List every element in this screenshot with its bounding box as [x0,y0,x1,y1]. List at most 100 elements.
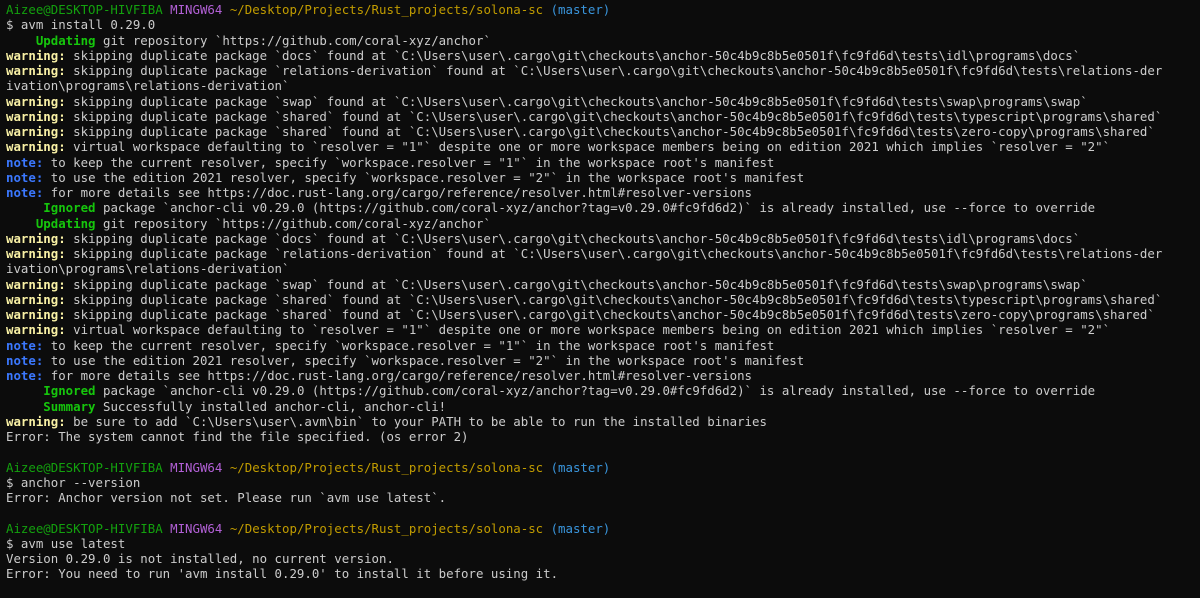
warning-text: skipping duplicate package `shared` foun… [65,124,1155,139]
prompt-line: Aizee@DESKTOP-HIVFIBA MINGW64 ~/Desktop/… [6,460,1200,475]
warning-tag: warning: [6,322,66,338]
note-text: for more details see https://doc.rust-la… [43,368,752,383]
warning-tag: warning: [6,307,66,322]
warning-line: warning: skipping duplicate package `sha… [6,109,1200,124]
output-line: $ avm install 0.29.0 [6,17,1200,32]
status-text: git repository `https://github.com/coral… [95,32,491,48]
warning-tag: warning: [6,124,66,139]
warning-line: warning: skipping duplicate package `doc… [6,231,1200,246]
warning-line: warning: skipping duplicate package `doc… [6,48,1200,63]
output-text: $ avm use latest [6,535,126,551]
note-tag: note: [6,368,44,383]
warning-text: skipping duplicate package `docs` found … [65,47,1081,63]
warning-tag: warning: [6,291,66,307]
note-line: note: to keep the current resolver, spec… [6,338,1200,353]
warning-text: virtual workspace defaulting to `resolve… [65,322,1111,338]
prompt-user: Aizee@DESKTOP-HIVFIBA [6,2,163,17]
status-text: package `anchor-cli v0.29.0 (https://git… [95,383,1096,399]
warning-tag: warning: [6,230,66,246]
note-line: note: for more details see https://doc.r… [6,368,1200,383]
warning-line: warning: virtual workspace defaulting to… [6,139,1200,154]
warning-tag: warning: [6,276,66,292]
note-text: to use the edition 2021 resolver, specif… [43,352,805,368]
terminal-output[interactable]: Aizee@DESKTOP-HIVFIBA MINGW64 ~/Desktop/… [0,0,1200,598]
note-text: for more details see https://doc.rust-la… [43,185,752,200]
warning-text: skipping duplicate package `shared` foun… [65,108,1163,124]
output-line: $ avm use latest [6,536,1200,551]
status-tag: Updating [6,32,96,48]
note-tag: note: [6,337,44,353]
warning-text: skipping duplicate package `swap` found … [65,93,1088,109]
warning-text: skipping duplicate package `relations-de… [65,246,1163,261]
status-text: Successfully installed anchor-cli, ancho… [95,398,447,414]
output-line: Error: The system cannot find the file s… [6,429,1200,444]
warning-line: warning: skipping duplicate package `sha… [6,292,1200,307]
warning-line: warning: skipping duplicate package `sha… [6,307,1200,322]
warning-tag: warning: [6,413,66,429]
warning-line: warning: skipping duplicate package `rel… [6,63,1200,78]
status-tag: Updating [6,215,96,231]
prompt-line: Aizee@DESKTOP-HIVFIBA MINGW64 ~/Desktop/… [6,2,1200,17]
warning-tag: warning: [6,139,66,155]
output-text: Error: You need to run 'avm install 0.29… [6,566,559,582]
status-line: Ignored package `anchor-cli v0.29.0 (htt… [6,383,1200,398]
warning-line: warning: be sure to add `C:\Users\user\.… [6,414,1200,429]
warning-text: skipping duplicate package `shared` foun… [65,291,1163,307]
warning-line: warning: virtual workspace defaulting to… [6,322,1200,337]
status-tag: Ignored [6,200,96,216]
note-text: to keep the current resolver, specify `w… [43,337,775,353]
warning-tag: warning: [6,47,66,63]
note-line: note: to use the edition 2021 resolver, … [6,170,1200,185]
warning-tag: warning: [6,93,66,109]
output-text: ivation\programs\relations-derivation` [6,261,290,277]
note-tag: note: [6,352,44,368]
prompt-path: ~/Desktop/Projects/Rust_projects/solona-… [229,2,544,17]
note-tag: note: [6,185,44,200]
note-tag: note: [6,169,44,185]
prompt-path: ~/Desktop/Projects/Rust_projects/solona-… [229,520,544,536]
output-line: ivation\programs\relations-derivation` [6,78,1200,93]
output-line: Version 0.29.0 is not installed, no curr… [6,551,1200,566]
warning-tag: warning: [6,108,66,124]
prompt-host: MINGW64 [170,459,223,475]
warning-line: warning: skipping duplicate package `rel… [6,246,1200,261]
note-text: to use the edition 2021 resolver, specif… [43,169,805,185]
status-line: Summary Successfully installed anchor-cl… [6,399,1200,414]
status-line: Updating git repository `https://github.… [6,33,1200,48]
output-text: Error: Anchor version not set. Please ru… [6,490,447,505]
warning-text: virtual workspace defaulting to `resolve… [65,139,1111,155]
output-text: $ avm install 0.29.0 [6,17,156,33]
prompt-line: Aizee@DESKTOP-HIVFIBA MINGW64 ~/Desktop/… [6,521,1200,536]
output-text: $ anchor --version [6,474,141,490]
warning-line: warning: skipping duplicate package `swa… [6,94,1200,109]
warning-line: warning: skipping duplicate package `sha… [6,124,1200,139]
prompt-path: ~/Desktop/Projects/Rust_projects/solona-… [229,459,544,475]
output-text: ivation\programs\relations-derivation` [6,78,290,94]
status-line: Ignored package `anchor-cli v0.29.0 (htt… [6,200,1200,215]
note-line: note: for more details see https://doc.r… [6,185,1200,200]
status-tag: Ignored [6,383,96,399]
note-text: to keep the current resolver, specify `w… [43,154,775,170]
warning-line: warning: skipping duplicate package `swa… [6,277,1200,292]
output-line: Error: Anchor version not set. Please ru… [6,490,1200,505]
warning-tag: warning: [6,63,66,78]
status-text: git repository `https://github.com/coral… [95,215,491,231]
warning-text: skipping duplicate package `swap` found … [65,276,1088,292]
note-tag: note: [6,154,44,170]
status-tag: Summary [6,398,96,414]
prompt-branch: (master) [550,2,611,17]
prompt-branch: (master) [550,459,611,475]
prompt-host: MINGW64 [170,520,223,536]
prompt-branch: (master) [550,520,611,536]
warning-text: skipping duplicate package `relations-de… [65,63,1163,78]
output-line: Error: You need to run 'avm install 0.29… [6,566,1200,581]
warning-tag: warning: [6,246,66,261]
note-line: note: to use the edition 2021 resolver, … [6,353,1200,368]
status-text: package `anchor-cli v0.29.0 (https://git… [95,200,1096,216]
warning-text: skipping duplicate package `docs` found … [65,230,1081,246]
output-text: Error: The system cannot find the file s… [6,429,469,444]
prompt-user: Aizee@DESKTOP-HIVFIBA [6,520,163,536]
warning-text: be sure to add `C:\Users\user\.avm\bin` … [65,413,767,429]
